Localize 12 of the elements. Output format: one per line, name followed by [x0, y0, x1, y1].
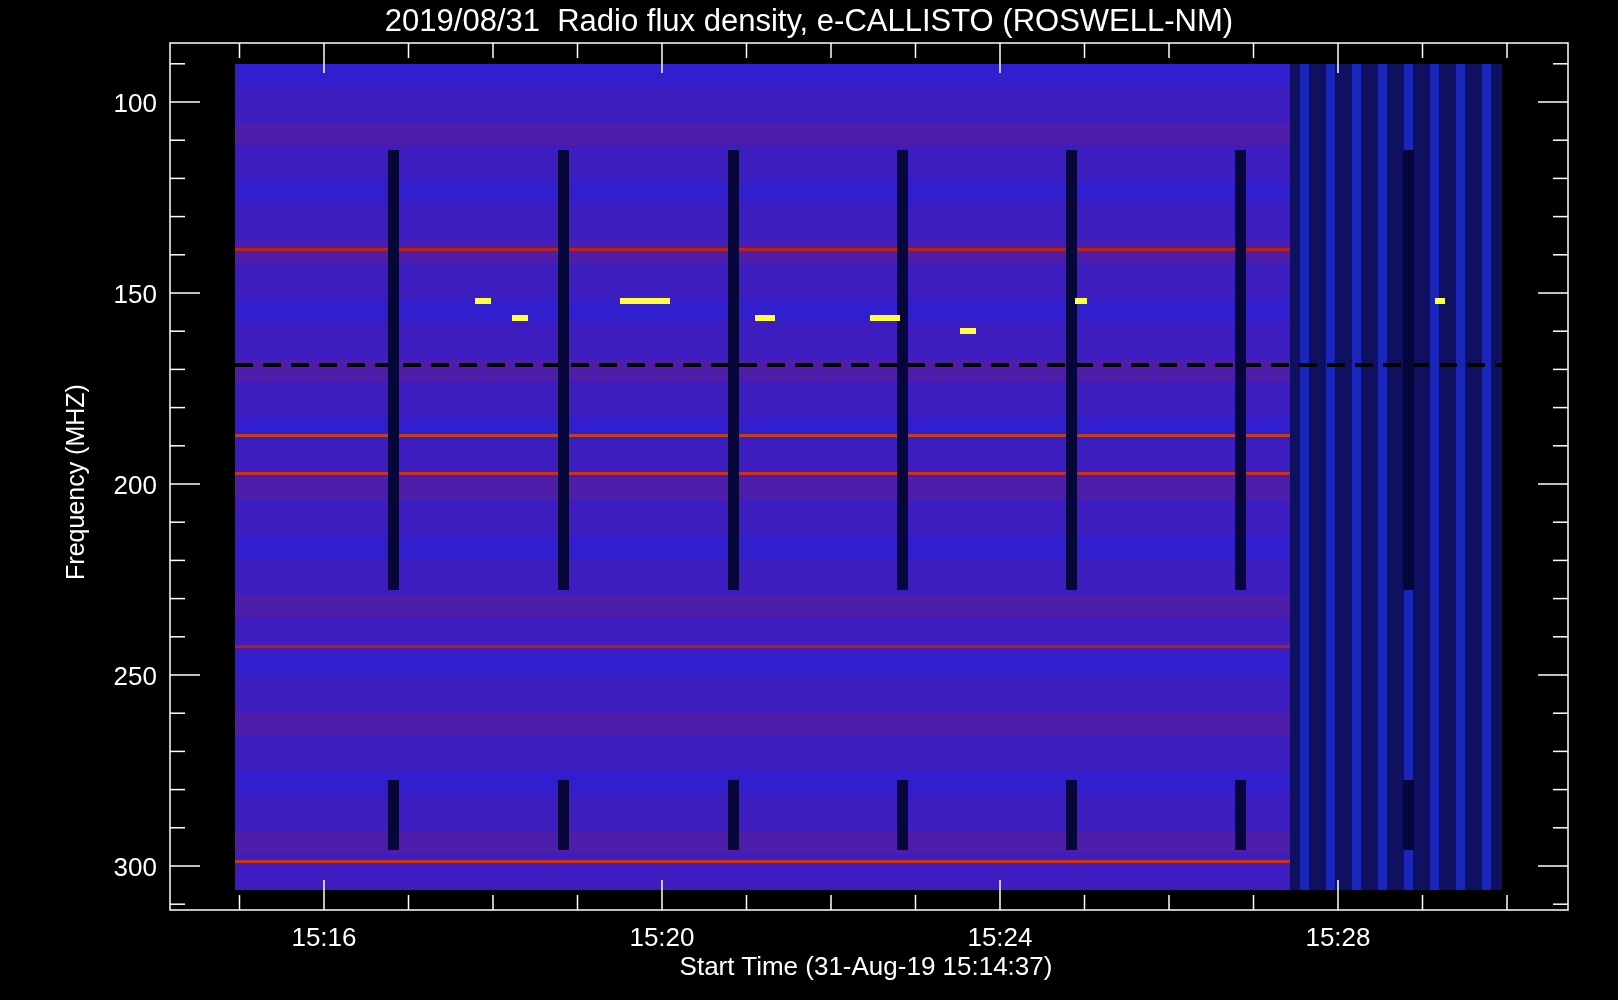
y-tick-label: 200: [113, 470, 157, 500]
x-tick-label: 15:28: [1305, 922, 1371, 952]
y-tick-label: 150: [113, 279, 157, 309]
x-axis-label: Start Time (31-Aug-19 15:14:37): [679, 951, 1053, 981]
x-tick-label: 15:20: [629, 922, 695, 952]
y-tick-label: 300: [113, 852, 157, 882]
y-tick-label: 250: [113, 661, 157, 691]
y-axis-label: Frequency (MHZ): [61, 384, 89, 580]
y-tick-label: 100: [113, 88, 157, 118]
chart-title: 2019/08/31 Radio flux density, e-CALLISTO (ROSWELL-NM): [384, 3, 1234, 38]
x-tick-label: 15:16: [291, 922, 357, 952]
x-tick-label: 15:24: [967, 922, 1033, 952]
